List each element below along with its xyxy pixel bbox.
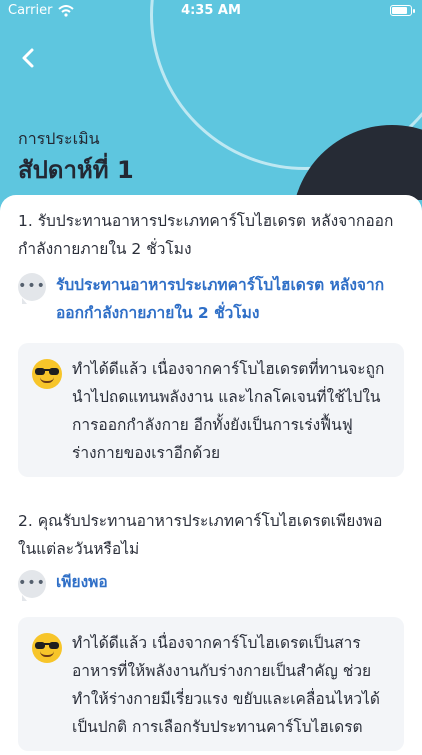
chevron-left-icon	[22, 48, 34, 68]
answer-1: ••• รับประทานอาหารประเภทคาร์โบไฮเดรต หลั…	[18, 271, 398, 327]
battery-icon	[390, 5, 415, 16]
question-1: 1. รับประทานอาหารประเภทคาร์โบไฮเดรต หลัง…	[18, 212, 394, 258]
answer-2-text: เพียงพอ	[56, 573, 108, 591]
answer-2: ••• เพียงพอ	[18, 568, 398, 601]
page-title: สัปดาห์ที่ 1	[18, 156, 134, 184]
sunglasses-emoji-icon	[32, 359, 62, 389]
chat-bubble-icon: •••	[18, 570, 46, 601]
back-button[interactable]	[14, 43, 44, 73]
feedback-card-1: ทำได้ดีแล้ว เนื่องจากคาร์โบไฮเดรตที่ทานจ…	[18, 343, 404, 477]
chat-bubble-icon: •••	[18, 273, 46, 304]
feedback-2-text: ทำได้ดีแล้ว เนื่องจากคาร์โบไฮเดรตเป็นสาร…	[72, 634, 380, 736]
question-2: 2. คุณรับประทานอาหารประเภทคาร์โบไฮเดรตเพ…	[18, 512, 383, 558]
feedback-card-2: ทำได้ดีแล้ว เนื่องจากคาร์โบไฮเดรตเป็นสาร…	[18, 617, 404, 751]
status-bar: Carrier 4:35 AM	[0, 0, 422, 22]
assessment-sheet: 1. รับประทานอาหารประเภทคาร์โบไฮเดรต หลัง…	[0, 195, 422, 755]
status-time: 4:35 AM	[181, 3, 241, 18]
answer-1-text: รับประทานอาหารประเภทคาร์โบไฮเดรต หลังจาก…	[56, 276, 385, 322]
page-subtitle: การประเมิน	[18, 129, 100, 148]
sunglasses-emoji-icon	[32, 633, 62, 663]
feedback-1-text: ทำได้ดีแล้ว เนื่องจากคาร์โบไฮเดรตที่ทานจ…	[72, 360, 385, 462]
